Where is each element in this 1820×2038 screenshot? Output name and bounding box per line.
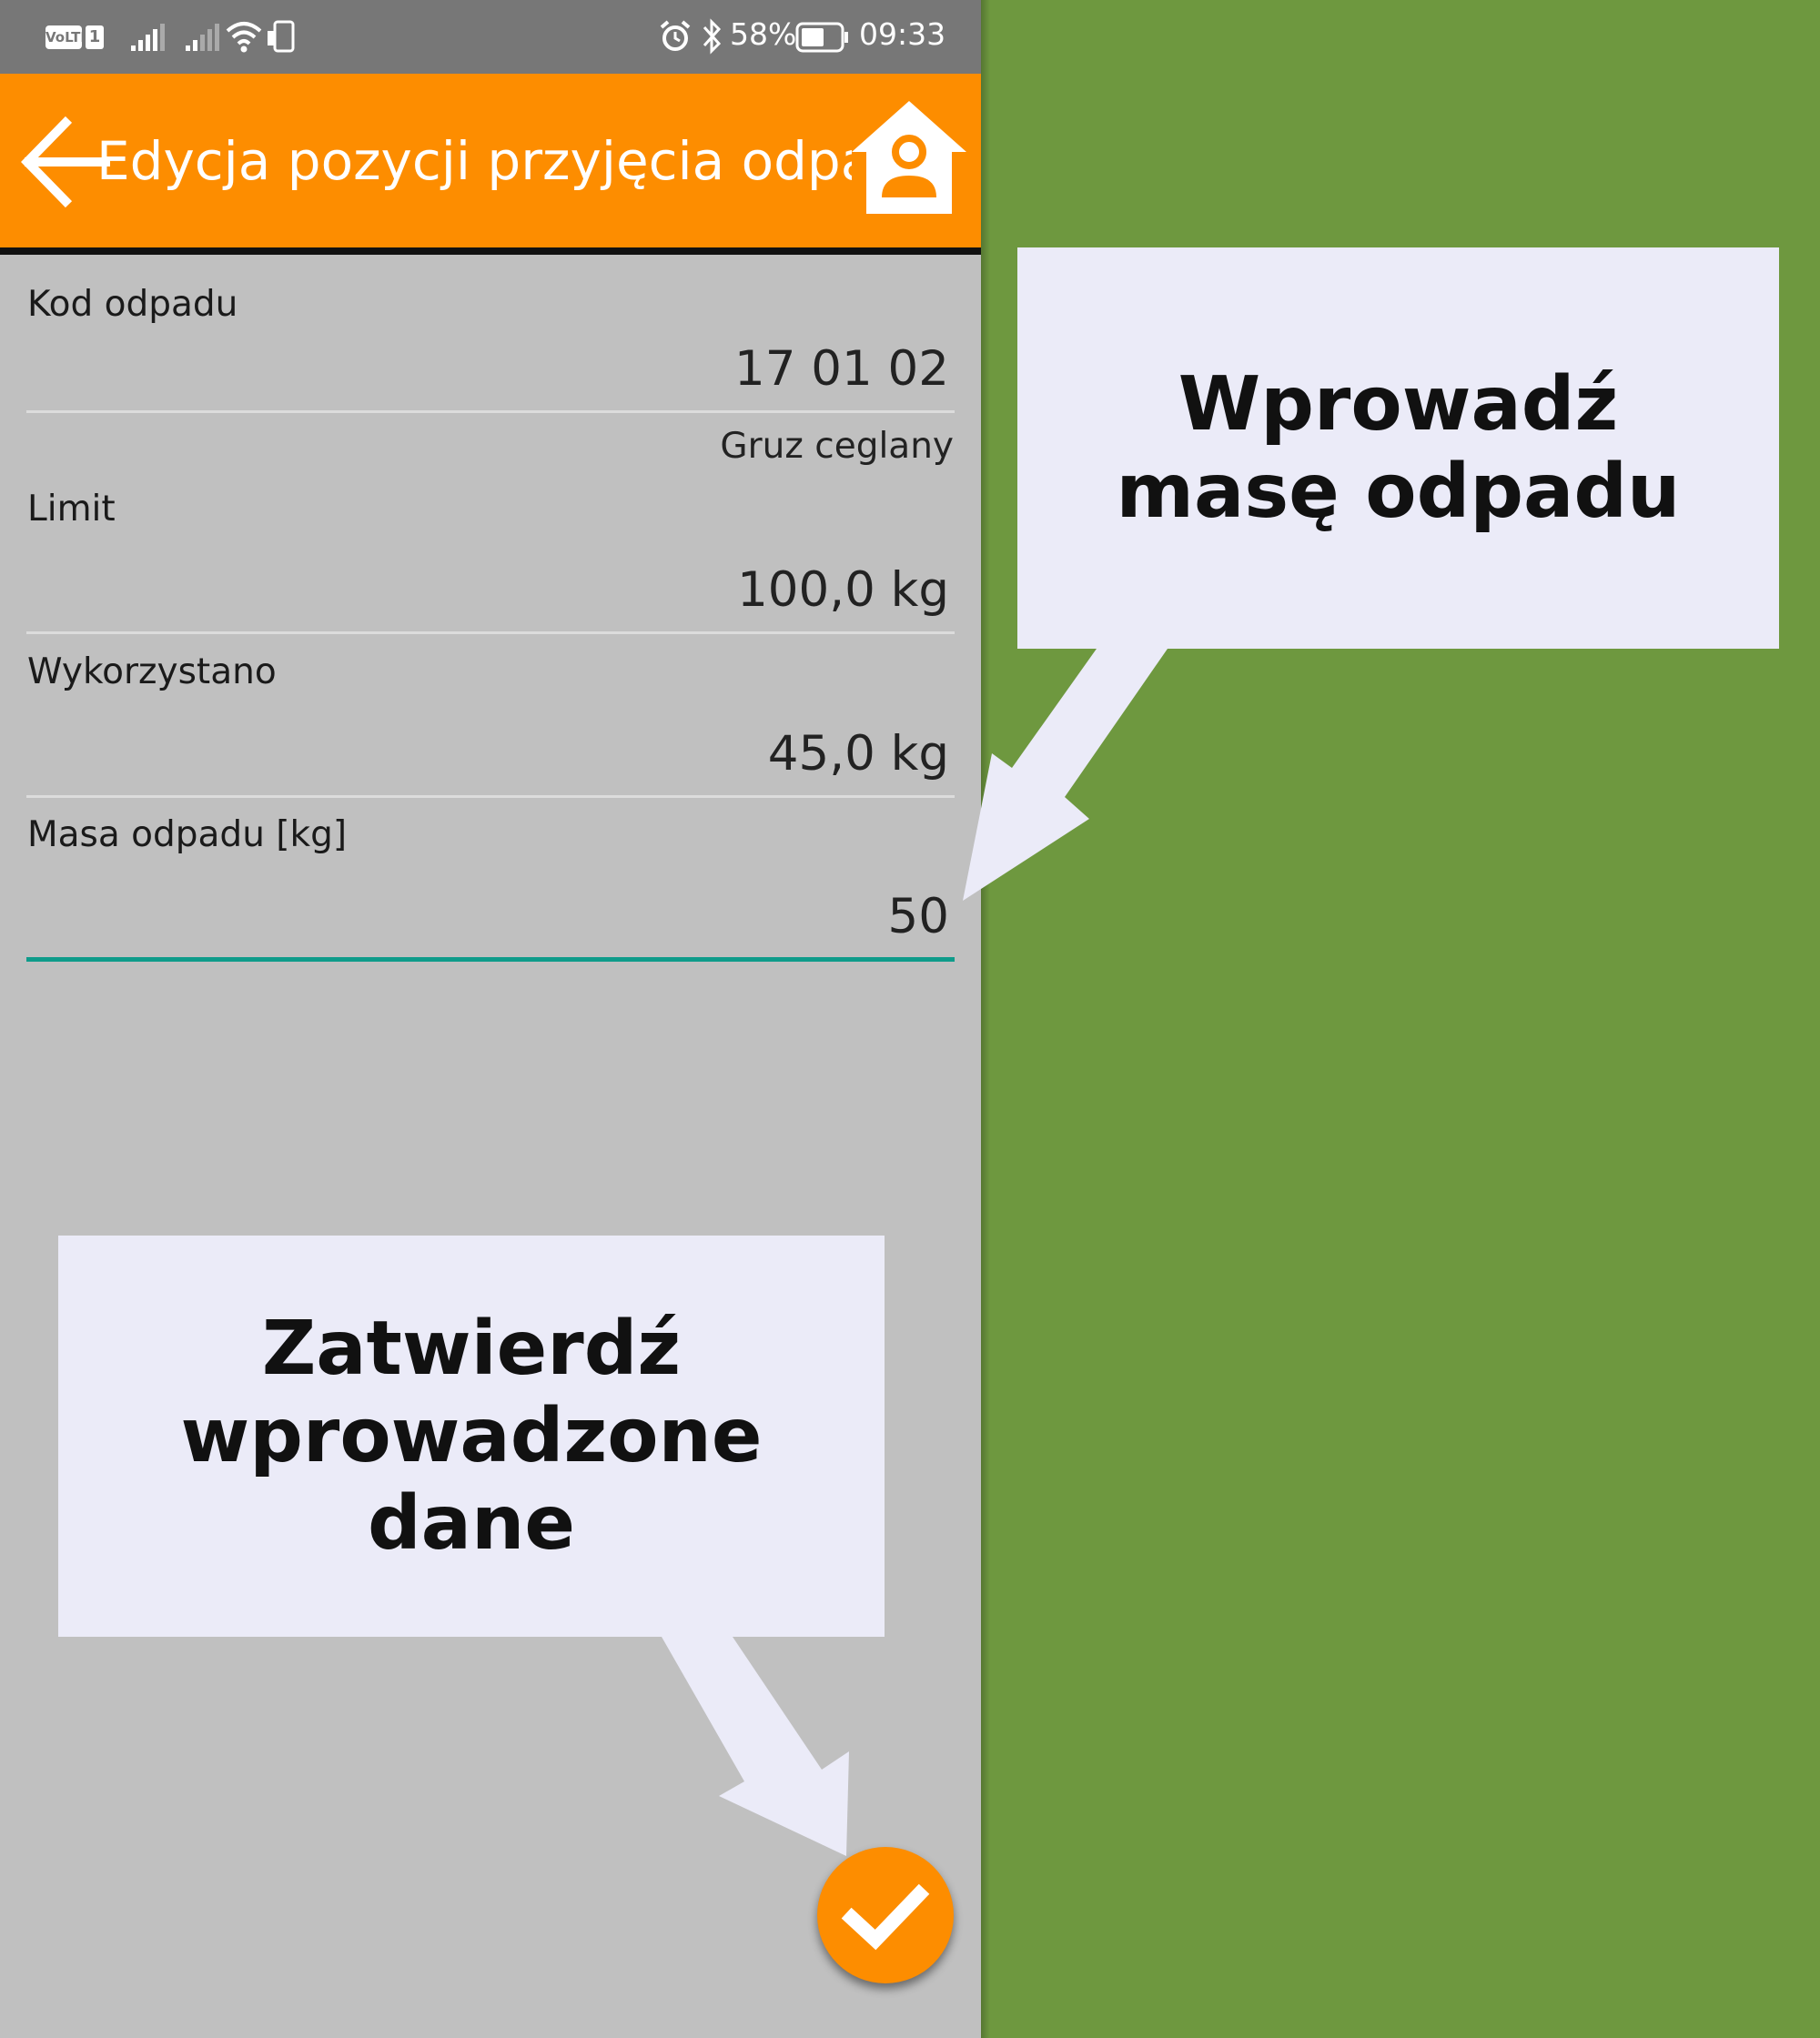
callout-confirm-data: Zatwierdź wprowadzone dane	[58, 1236, 885, 1637]
screen-shadow	[981, 0, 990, 2038]
mass-input-value: 50	[887, 889, 949, 944]
clock: 09:33	[859, 16, 946, 52]
signal-icon	[131, 24, 165, 51]
limit-value: 100,0 kg	[737, 562, 949, 618]
waste-code-value: 17 01 02	[733, 341, 949, 397]
page-title: Edycja pozycji przyjęcia odpadu	[96, 130, 852, 192]
used-label: Wykorzystano	[27, 651, 277, 692]
limit-label: Limit	[27, 489, 116, 530]
mass-input-underline	[26, 957, 955, 962]
divider	[26, 410, 955, 413]
home-button[interactable]	[850, 97, 968, 216]
signal-icon	[186, 24, 219, 51]
used-value: 45,0 kg	[767, 726, 949, 782]
mass-label: Masa odpadu [kg]	[27, 814, 348, 855]
divider	[26, 631, 955, 634]
back-button[interactable]	[18, 112, 127, 212]
wifi-icon	[226, 22, 262, 53]
checkmark-icon	[841, 1883, 930, 1951]
callout-enter-mass-text: Wprowadź masę odpadu	[1116, 360, 1681, 535]
mass-input[interactable]: 50	[26, 873, 955, 960]
callout-enter-mass: Wprowadź masę odpadu	[1017, 247, 1779, 649]
battery-percent: 58%	[730, 16, 797, 52]
waste-code-description: Gruz ceglany	[720, 426, 954, 467]
app-bar: Edycja pozycji przyjęcia odpadu	[0, 74, 981, 255]
phone-icon	[268, 20, 295, 53]
status-bar: VoLTE 1 58% 09:33	[0, 0, 981, 74]
phone-screen: VoLTE 1 58% 09:33 Edycja pozycji przyjęc…	[0, 0, 981, 2038]
callout-confirm-data-text: Zatwierdź wprowadzone dane	[180, 1305, 763, 1567]
confirm-button[interactable]	[817, 1847, 954, 1983]
battery-icon	[795, 22, 848, 53]
bluetooth-icon	[703, 18, 722, 55]
sim-icon: 1	[86, 25, 104, 49]
divider	[26, 795, 955, 798]
arrow-left-icon	[21, 116, 110, 208]
volte-icon: VoLTE	[46, 25, 90, 49]
alarm-icon	[660, 20, 691, 51]
home-user-icon	[852, 101, 966, 214]
waste-code-label: Kod odpadu	[27, 284, 238, 325]
